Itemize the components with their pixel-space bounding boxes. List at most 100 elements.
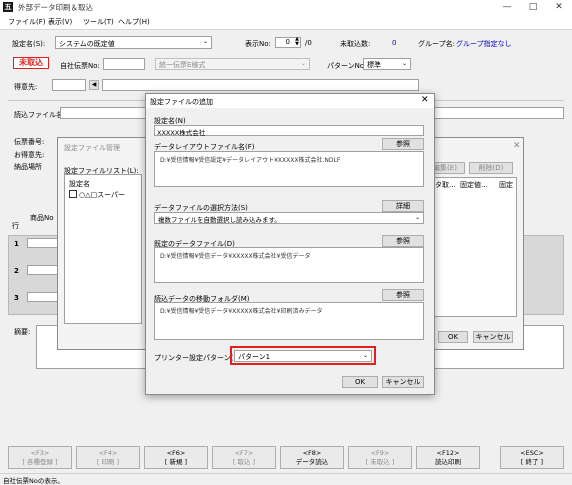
delivery-label: 納品場所 (14, 163, 42, 171)
f4-key: <F4> (98, 449, 118, 457)
f8-label: データ読込 (295, 458, 329, 466)
pattern-value: 標準 (367, 61, 381, 69)
slip-no-label: 伝票番号: (14, 138, 45, 146)
customer2-label: お得意先: (14, 151, 45, 159)
close-icon[interactable]: ✕ (546, 0, 572, 14)
f6-key: <F6> (166, 449, 186, 457)
list-column-header: 設定名 (69, 180, 90, 188)
read-file-label: 読込ファイル名: (14, 111, 66, 119)
f12-label: 読込印刷 (435, 458, 461, 466)
customer-name-input[interactable] (102, 79, 419, 91)
chevron-down-icon: ⌄ (300, 60, 306, 67)
chevron-down-icon: ⌄ (401, 60, 407, 67)
f12-key: <F12> (436, 449, 460, 457)
menu-tools[interactable]: ツール(T) (83, 17, 114, 27)
close-icon[interactable]: ✕ (513, 141, 521, 151)
spinner-icon[interactable]: ▲ ▼ (295, 37, 299, 47)
f8-button[interactable]: <F8> データ読込 (280, 446, 344, 469)
manager-dialog-title: 設定ファイル管理 (64, 144, 120, 152)
settings-table[interactable]: ータ取... 固定値... 固定 (425, 177, 517, 317)
customer-code-input[interactable] (52, 79, 86, 91)
table-column-header: 固定値... (460, 181, 488, 189)
esc-key: <ESC> (520, 449, 544, 457)
f6-label: [ 新規 ] (164, 458, 188, 466)
product-label: 商品No (30, 214, 54, 222)
display-no-value: 0 (285, 38, 290, 46)
f3-label: [ 各種登録 ] (22, 458, 58, 466)
f9-key: <F9> (370, 449, 390, 457)
menu-view[interactable]: 表示(V) (48, 17, 72, 27)
list-item[interactable]: ○△□スーパー (79, 190, 125, 200)
close-icon[interactable]: ✕ (421, 95, 429, 105)
add-dialog: 設定ファイルの追加 ✕ 設定名(N) XXXXX株式会社 データレイアウトファイ… (145, 93, 435, 395)
f7-label: [ 取込 ] (232, 458, 256, 466)
f6-button[interactable]: <F6> [ 新規 ] (144, 446, 208, 469)
row-number: 2 (14, 267, 19, 275)
company-slip-label: 自社伝票No: (60, 62, 100, 70)
customer-search-button[interactable]: ◀ (89, 80, 99, 90)
select-detail-button[interactable]: 詳細 (382, 200, 424, 212)
f7-key: <F7> (234, 449, 254, 457)
layout-browse-button[interactable]: 参照 (382, 138, 424, 150)
default-file-browse-button[interactable]: 参照 (382, 235, 424, 247)
f7-button[interactable]: <F7> [ 取込 ] (212, 446, 276, 469)
f4-button[interactable]: <F4> [ 印刷 ] (76, 446, 140, 469)
display-no-spinner[interactable]: 0 ▲ ▼ (275, 37, 301, 48)
pattern-label: パターンNo: (327, 62, 367, 70)
chevron-down-icon: ⌄ (202, 38, 208, 45)
pattern-select[interactable]: 標準 ⌄ (363, 58, 411, 70)
unimported-value: 0 (392, 39, 397, 47)
f9-button[interactable]: <F9> [ 未取込 ] (348, 446, 412, 469)
settings-list[interactable]: 設定名 ○△□スーパー (64, 174, 142, 324)
chevron-down-icon: ⌄ (414, 214, 420, 221)
f4-label: [ 印刷 ] (96, 458, 120, 466)
group-label: グループ名: (418, 40, 455, 48)
printer-pattern-select[interactable]: パターン1 ⌄ (234, 350, 372, 362)
menu-bar: ファイル(F) 表示(V) ツール(T) ヘルプ(H) (0, 14, 572, 30)
manager-ok-button[interactable]: OK (438, 331, 468, 343)
manager-cancel-button[interactable]: キャンセル (473, 331, 513, 343)
setting-select[interactable]: システムの既定値 ⌄ (55, 36, 212, 49)
chevron-down-icon: ⌄ (362, 352, 368, 359)
add-dialog-title: 設定ファイルの追加 (150, 98, 213, 106)
maximize-icon[interactable]: □ (520, 0, 546, 14)
add-ok-button[interactable]: OK (342, 376, 378, 388)
display-no-total: /0 (305, 39, 312, 47)
f3-button[interactable]: <F3> [ 各種登録 ] (8, 446, 72, 469)
layout-input[interactable]: D:¥受信情報¥受信設定¥データレイアウト¥XXXXX株式会社.NDLF (154, 151, 424, 187)
name-input[interactable]: XXXXX株式会社 (154, 125, 424, 137)
status-badge: 未取込 (13, 57, 49, 69)
window-title: 外部データ印刷＆取込 (18, 3, 93, 12)
move-folder-input[interactable]: D:¥受信情報¥受信データ¥XXXXX株式会社¥印刷済みデータ (154, 302, 424, 340)
f8-key: <F8> (302, 449, 322, 457)
delete-button[interactable]: 削除(D) (469, 162, 513, 174)
row-number: 1 (14, 240, 19, 248)
group-value: グループ指定なし (456, 40, 512, 48)
company-slip-input[interactable] (103, 58, 145, 70)
select-method-dropdown[interactable]: 複数ファイルを自動選択し読み込みます。 ⌄ (154, 212, 424, 224)
unimported-label: 未取込数: (340, 40, 371, 48)
row-number: 3 (14, 294, 19, 302)
title-bar: 五 外部データ印刷＆取込 — □ ✕ (0, 0, 572, 15)
display-no-label: 表示No: (245, 40, 271, 48)
app-icon: 五 (3, 2, 13, 12)
f9-label: [ 未取込 ] (365, 458, 395, 466)
row-label: 行 (12, 222, 19, 230)
menu-help[interactable]: ヘルプ(H) (118, 17, 150, 27)
esc-label: [ 終了 ] (520, 458, 544, 466)
list-checkbox[interactable] (69, 190, 77, 198)
menu-file[interactable]: ファイル(F) (8, 17, 46, 27)
slip-type-select[interactable]: 統一伝票E様式 ⌄ (155, 58, 310, 70)
customer-label: 得意先: (14, 83, 38, 91)
printer-pattern-value: パターン1 (238, 353, 271, 361)
add-cancel-button[interactable]: キャンセル (382, 376, 424, 388)
esc-button[interactable]: <ESC> [ 終了 ] (500, 446, 564, 469)
move-folder-browse-button[interactable]: 参照 (382, 289, 424, 301)
minimize-icon[interactable]: — (494, 0, 520, 14)
slip-type-value: 統一伝票E様式 (159, 61, 206, 69)
select-method-value: 複数ファイルを自動選択し読み込みます。 (158, 216, 281, 224)
setting-value: システムの既定値 (59, 40, 115, 48)
f12-button[interactable]: <F12> 読込印刷 (416, 446, 480, 469)
setting-label: 設定名(S): (12, 40, 46, 48)
default-file-input[interactable]: D:¥受信情報¥受信データ¥XXXXX株式会社¥受信データ (154, 247, 424, 283)
